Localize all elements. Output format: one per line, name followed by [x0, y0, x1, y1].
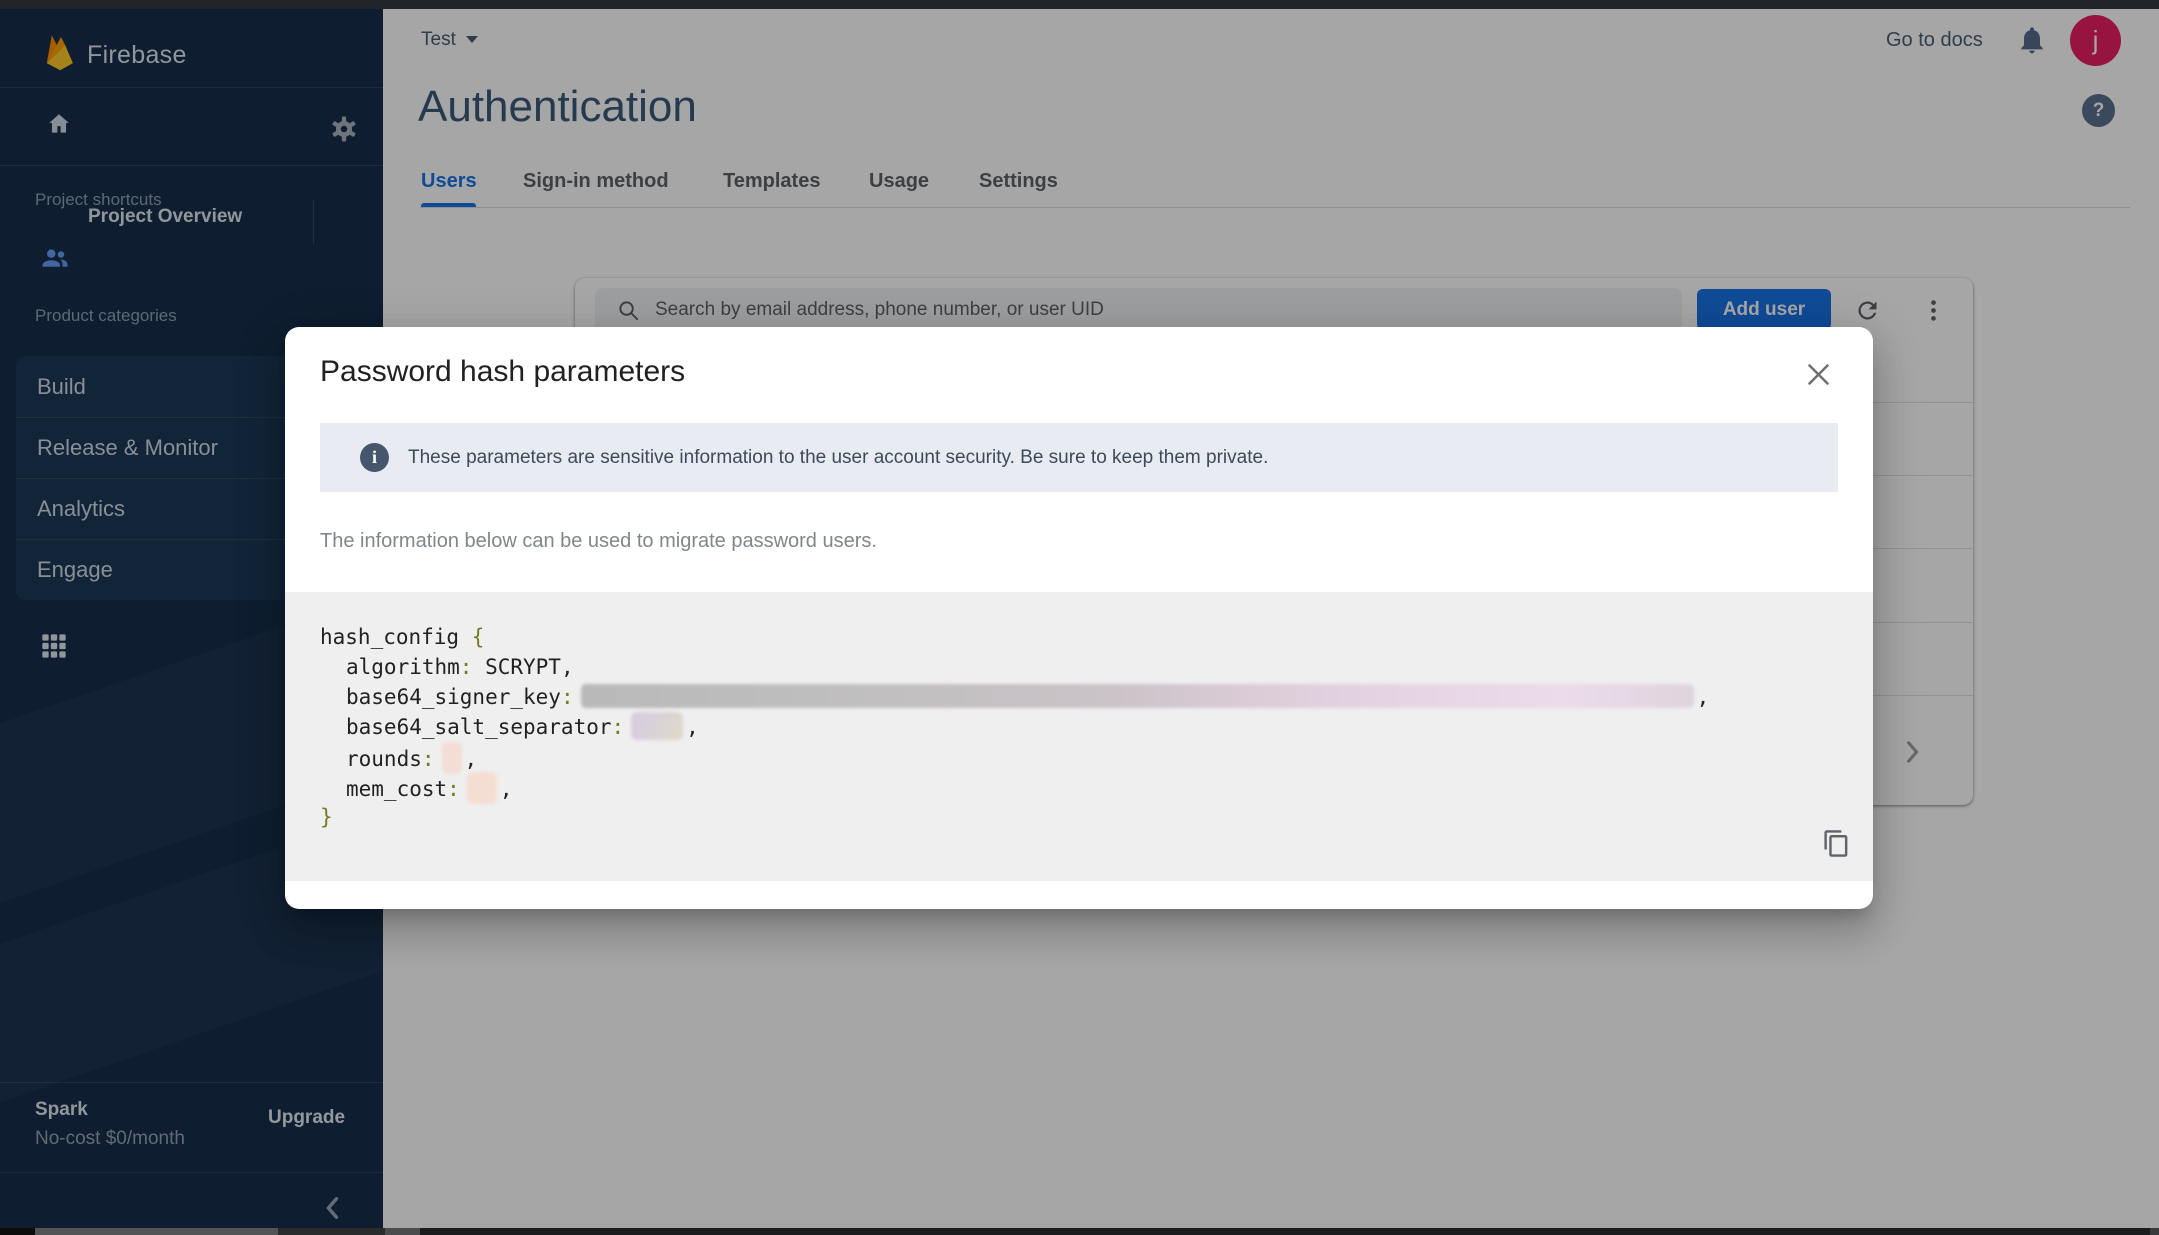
code-line: base64_salt_separator:,: [346, 712, 699, 742]
close-icon: [1805, 361, 1832, 388]
code-line: }: [320, 802, 333, 832]
hash-config-code-block: hash_config { algorithm: SCRYPT, base64_…: [285, 592, 1873, 881]
window-top-edge: [0, 0, 2159, 9]
taskbar-segment: [385, 1228, 420, 1235]
code-line: base64_signer_key:,: [346, 682, 1709, 712]
copy-button[interactable]: [1818, 825, 1854, 861]
redacted-rounds: [442, 742, 462, 774]
taskbar-segment: [0, 1228, 35, 1235]
code-line: rounds:,: [346, 742, 477, 772]
redacted-salt-separator: [631, 712, 683, 740]
firebase-console-screen: Firebase Project Overview: [0, 0, 2159, 1235]
redacted-signer-key: [581, 684, 1694, 708]
redacted-mem-cost: [467, 772, 497, 804]
code-line: mem_cost:,: [346, 772, 512, 802]
taskbar-top-edge: [0, 1228, 2159, 1235]
code-line: hash_config {: [320, 622, 484, 652]
sensitive-info-banner: i These parameters are sensitive informa…: [320, 423, 1838, 492]
password-hash-parameters-dialog: Password hash parameters i These paramet…: [285, 327, 1873, 909]
info-icon: i: [360, 443, 389, 472]
taskbar-segment: [2150, 1228, 2159, 1235]
copy-icon: [1822, 829, 1851, 858]
dialog-title: Password hash parameters: [320, 355, 685, 389]
close-button[interactable]: [1798, 354, 1838, 394]
dialog-description: The information below can be used to mig…: [320, 530, 877, 553]
taskbar-segment: [278, 1228, 385, 1235]
code-line: algorithm: SCRYPT,: [346, 652, 574, 682]
taskbar-segment: [35, 1228, 278, 1235]
banner-text: These parameters are sensitive informati…: [408, 447, 1268, 469]
